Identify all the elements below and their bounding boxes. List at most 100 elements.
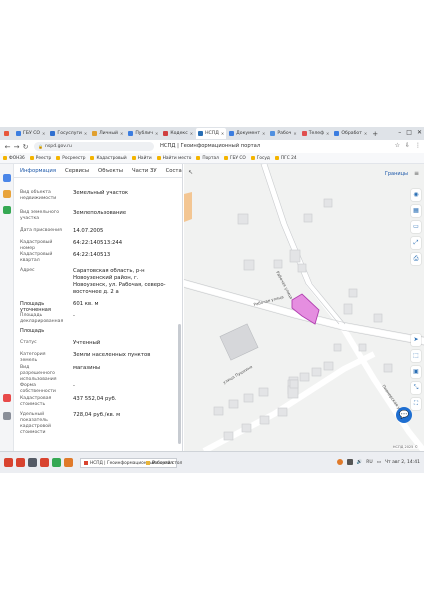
info-row-value: 14.07.2005 — [73, 228, 104, 234]
browser-tab[interactable]: Документ ✕ — [227, 128, 267, 139]
tab-close-icon[interactable]: ✕ — [120, 131, 123, 136]
browser-tab[interactable]: Госуслуги ✕ — [48, 128, 89, 139]
app-icon[interactable] — [40, 458, 49, 467]
tab-favicon-icon — [163, 131, 169, 136]
bookmark-item[interactable]: Найти — [131, 156, 152, 161]
bookmark-star-icon[interactable]: ☆ — [395, 142, 400, 149]
share-icon[interactable]: ⤢ — [411, 237, 421, 249]
settings-icon[interactable] — [3, 412, 11, 420]
terminal-icon[interactable] — [28, 458, 37, 467]
app-icon[interactable] — [3, 394, 11, 402]
info-row-value: Учтенный — [73, 340, 101, 346]
panel-scrollbar[interactable] — [178, 324, 181, 444]
street-label: улица Пушкина — [222, 364, 254, 385]
new-tab-button[interactable]: + — [372, 130, 378, 138]
tab-close-icon[interactable]: ✕ — [364, 131, 367, 136]
map-menu-icon[interactable]: ≡ — [414, 170, 419, 177]
large-building — [219, 323, 259, 361]
map-view[interactable]: Рабочая улица Рабочая улица улица Пушкин… — [184, 164, 424, 451]
geo-icon[interactable]: ◉ — [411, 189, 421, 201]
volume-icon[interactable]: 🔊 — [357, 460, 363, 465]
borders-button[interactable]: Границы — [385, 171, 408, 177]
start-menu-icon[interactable] — [4, 458, 13, 467]
browser-tab[interactable] — [2, 128, 13, 139]
tab-label: Публич — [135, 131, 153, 136]
map-toolbar: ◉ ▦ ▭ ⤢ ⎙ — [411, 189, 421, 265]
tab-favicon-icon — [301, 131, 307, 136]
browser-tab[interactable]: Обработ ✕ — [332, 128, 369, 139]
minimize-icon[interactable]: – — [398, 129, 401, 136]
tab-close-icon[interactable]: ✕ — [155, 131, 158, 136]
tray-app-icon[interactable] — [346, 459, 353, 465]
tab-close-icon[interactable]: ✕ — [326, 131, 329, 136]
bookmark-item[interactable]: Реестр — [29, 156, 51, 161]
files-icon[interactable] — [64, 458, 73, 467]
bookmark-item[interactable]: ГБУ СО — [223, 156, 246, 161]
select-icon[interactable]: ⬚ — [411, 350, 421, 362]
menu-icon[interactable]: ⋮ — [415, 142, 421, 149]
bookmark-item[interactable]: ПГС 24 — [274, 156, 297, 161]
bookmark-item[interactable]: Госуд — [250, 156, 270, 161]
tab-close-icon[interactable]: ✕ — [42, 131, 45, 136]
tab-favicon-icon — [16, 131, 21, 136]
tab-close-icon[interactable]: ✕ — [190, 131, 193, 136]
clock[interactable]: Чт авг 2, 14:41 — [385, 460, 420, 465]
app-icon[interactable] — [3, 174, 11, 182]
language-indicator[interactable]: RU — [366, 460, 372, 465]
app-icon[interactable] — [3, 190, 11, 198]
sidebar-apps — [0, 164, 14, 451]
panel-tab[interactable]: Состав — [166, 168, 182, 174]
app-icon[interactable] — [52, 458, 61, 467]
tab-close-icon[interactable]: ✕ — [293, 131, 296, 136]
tab-favicon-icon — [128, 131, 134, 136]
info-row-value: 437 552,04 руб. — [73, 396, 117, 402]
download-icon[interactable]: ⇩ — [405, 142, 410, 149]
bookmark-item[interactable]: Найти место — [156, 155, 192, 161]
info-row-label: Категория земель — [20, 352, 46, 363]
forward-icon[interactable]: → — [12, 143, 21, 151]
tab-close-icon[interactable]: ✕ — [84, 131, 87, 136]
url-field[interactable]: 🔒 nspd.gov.ru — [34, 142, 154, 151]
panel-tab[interactable]: Информация — [20, 168, 56, 174]
print-icon[interactable]: ⎙ — [411, 253, 421, 265]
chat-icon[interactable]: 💬 — [396, 407, 412, 423]
info-row-value: Саратовская область, р-н Новоузенский ра… — [73, 268, 166, 295]
bookmark-item[interactable]: ФОН36 — [3, 156, 25, 161]
panel-tab[interactable]: Части ЗУ — [132, 168, 157, 174]
info-row-value: 601 кв. м — [73, 301, 99, 307]
app-icon[interactable] — [16, 458, 25, 467]
browser-tab[interactable]: Публич ✕ — [126, 128, 160, 139]
browser-tab[interactable]: НСПД ✕ — [196, 128, 227, 139]
bookmark-icon — [250, 156, 255, 160]
browser-tab[interactable]: Личный ✕ — [90, 128, 125, 139]
bookmark-item[interactable]: Портал — [196, 156, 219, 161]
navigation-icon[interactable]: ➤ — [411, 334, 421, 346]
browser-tab[interactable]: Рабоч ✕ — [268, 128, 298, 139]
browser-tab[interactable]: ГБУ СО ✕ — [14, 128, 47, 139]
bookmark-label: Найти место — [162, 155, 192, 161]
browser-tab[interactable]: Телеф ✕ — [300, 128, 332, 139]
fullscreen-icon[interactable]: ⛶ — [411, 398, 421, 410]
reload-icon[interactable]: ↻ — [21, 143, 30, 151]
layers-icon[interactable]: ▦ — [411, 205, 421, 217]
ruler-icon[interactable]: ▭ — [411, 221, 421, 233]
tab-close-icon[interactable]: ✕ — [262, 131, 265, 136]
bookmark-item[interactable]: Росреестр — [56, 156, 85, 161]
taskbar-folder-task[interactable]: Рабочий стол — [146, 458, 182, 468]
bookmark-item[interactable]: Кадастровый — [90, 156, 127, 161]
tray-app-icon[interactable] — [336, 459, 343, 465]
back-icon[interactable]: ← — [3, 143, 12, 151]
browser-menu-icon[interactable] — [4, 131, 9, 136]
info-row-value: - — [73, 313, 75, 319]
panel-tab[interactable]: Сервисы — [65, 168, 89, 174]
network-icon[interactable]: ▭ — [377, 460, 381, 465]
panel-tab[interactable]: Объекты — [98, 168, 123, 174]
close-window-icon[interactable]: ✕ — [417, 129, 422, 136]
app-icon[interactable] — [3, 206, 11, 214]
browser-tab[interactable]: Кодекс ✕ — [161, 128, 195, 139]
expand-icon[interactable]: ⤡ — [411, 382, 421, 394]
map-cursor-icon[interactable]: ↖ — [188, 169, 193, 176]
screen-icon[interactable]: ▣ — [411, 366, 421, 378]
maximize-icon[interactable]: □ — [406, 129, 412, 136]
tab-close-icon[interactable]: ✕ — [221, 131, 224, 136]
